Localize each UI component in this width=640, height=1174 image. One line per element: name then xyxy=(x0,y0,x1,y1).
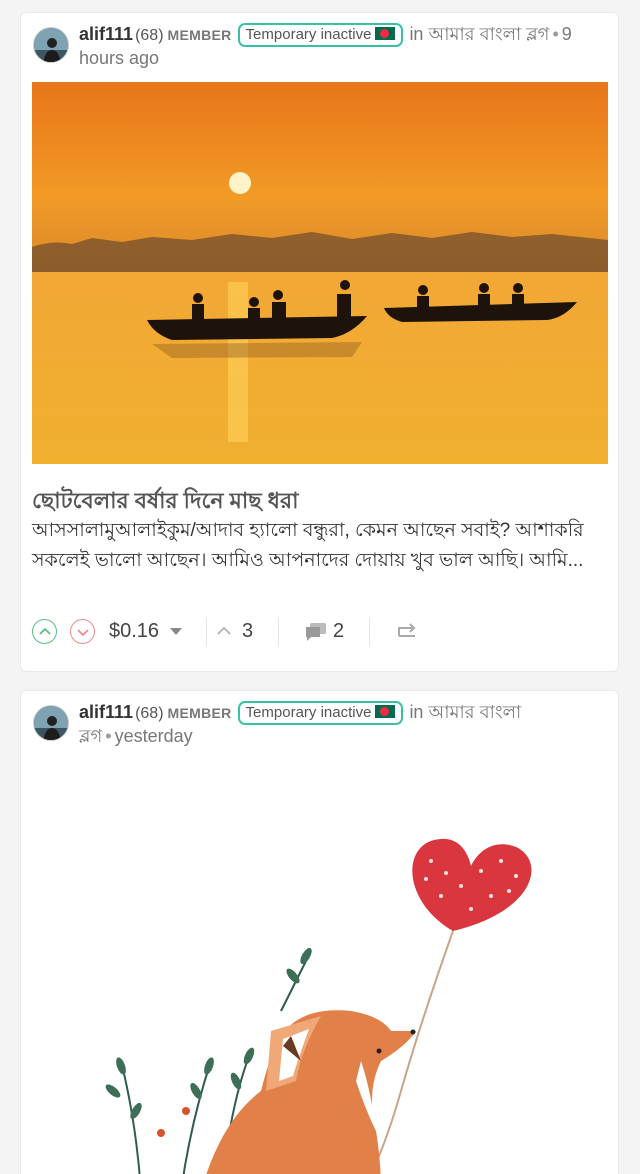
fox-heart-balloon-image[interactable] xyxy=(21,761,618,1174)
divider xyxy=(369,617,370,647)
comments-count[interactable]: 2 xyxy=(333,617,344,645)
reblog-icon[interactable] xyxy=(396,623,418,641)
votes-chevron-icon[interactable] xyxy=(216,623,232,639)
post-footer: $0.16 3 2 xyxy=(32,617,608,647)
payout-dropdown-icon[interactable] xyxy=(170,628,182,635)
separator-dot: • xyxy=(552,24,559,44)
separator-dot: • xyxy=(105,726,112,746)
community-link[interactable]: আমার বাংলা ব্লগ xyxy=(428,24,549,44)
status-badge: Temporary inactive xyxy=(237,23,404,47)
post-time[interactable]: yesterday xyxy=(115,726,193,746)
upvote-button[interactable] xyxy=(32,619,57,644)
chevron-up-icon xyxy=(38,627,51,635)
status-badge: Temporary inactive xyxy=(237,701,404,725)
status-badge-label: Temporary inactive xyxy=(245,26,372,43)
author-name[interactable]: alif111 xyxy=(79,24,133,44)
post-header: alif111 (68) MEMBER Temporary inactive in আম… xyxy=(31,23,611,83)
status-badge-label: Temporary inactive xyxy=(245,704,372,721)
bangladesh-flag-icon xyxy=(375,705,396,718)
sunset-boats-image[interactable] xyxy=(32,82,608,464)
payout-value[interactable]: $0.16 xyxy=(109,617,159,645)
post-meta: alif111 (68) MEMBER Temporary inactive in আম… xyxy=(79,701,609,747)
post-excerpt[interactable]: আসসালামুআলাইকুম/আদাব হ্যালো বন্ধুরা, কেম… xyxy=(32,516,598,576)
post-card[interactable]: alif111 (68) MEMBER Temporary inactive in আম… xyxy=(20,12,619,672)
author-role: MEMBER xyxy=(167,705,232,721)
votes-count[interactable]: 3 xyxy=(242,617,253,645)
post-card[interactable]: alif111 (68) MEMBER Temporary inactive in আম… xyxy=(20,690,619,1174)
in-label: in xyxy=(409,702,424,722)
avatar[interactable] xyxy=(33,27,69,63)
comments-icon[interactable] xyxy=(304,621,328,643)
divider xyxy=(206,617,207,647)
author-reputation: (68) xyxy=(135,705,164,722)
author-role: MEMBER xyxy=(167,27,232,43)
bangladesh-flag-icon xyxy=(375,27,396,40)
author-name[interactable]: alif111 xyxy=(79,702,133,722)
chevron-down-icon xyxy=(76,628,89,636)
post-header: alif111 (68) MEMBER Temporary inactive in আম… xyxy=(31,701,611,761)
divider xyxy=(278,617,279,647)
author-reputation: (68) xyxy=(135,27,164,44)
avatar[interactable] xyxy=(33,705,69,741)
post-title[interactable]: ছোটবেলার বর্ষার দিনে মাছ ধরা xyxy=(32,486,608,516)
downvote-button[interactable] xyxy=(70,619,95,644)
in-label: in xyxy=(409,24,424,44)
post-meta: alif111 (68) MEMBER Temporary inactive in আম… xyxy=(79,23,609,69)
